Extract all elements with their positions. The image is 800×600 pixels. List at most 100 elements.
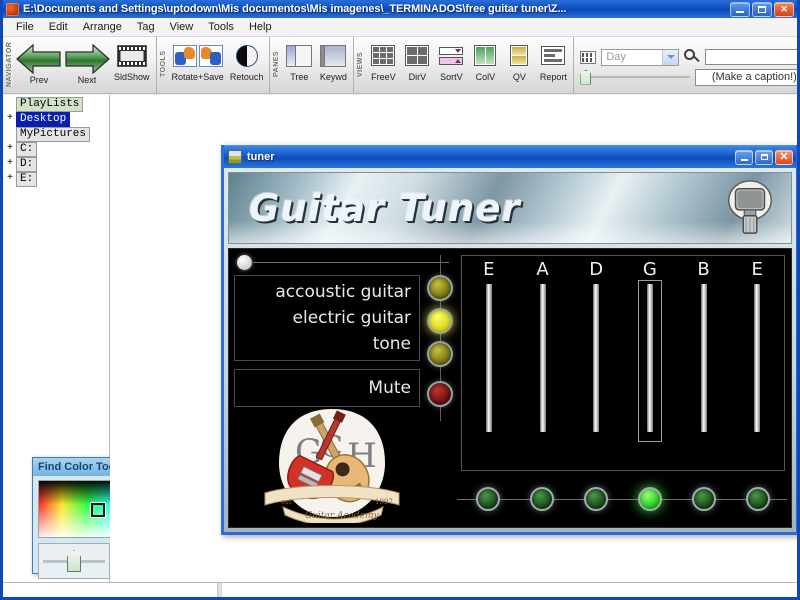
- toolbar-group-views: VIEWS FreeV DirV SortV ColV QV Report: [354, 37, 575, 93]
- zoom-slider-thumb[interactable]: [580, 69, 592, 85]
- group-label-views: VIEWS: [357, 51, 365, 77]
- menu-file[interactable]: File: [9, 19, 41, 35]
- retouch-button[interactable]: Retouch: [227, 38, 267, 82]
- window-titlebar: E:\Documents and Settings\uptodown\Mis d…: [3, 0, 797, 18]
- body-area: PlayLists + Desktop MyPictures + C: + D:: [3, 95, 797, 582]
- minimize-button[interactable]: [730, 1, 750, 17]
- tuner-minimize-button[interactable]: [735, 149, 753, 165]
- zoom-slider[interactable]: [580, 69, 691, 85]
- svg-text:est: est: [281, 498, 292, 506]
- close-icon: ✕: [780, 3, 788, 14]
- color-slider-thumb[interactable]: [67, 550, 81, 572]
- string-led-cell-1: [461, 487, 515, 511]
- caption-field[interactable]: (Make a caption!): [695, 68, 797, 86]
- sortview-button[interactable]: SortV: [434, 38, 468, 82]
- tree-expander[interactable]: +: [5, 144, 15, 154]
- menu-edit[interactable]: Edit: [42, 19, 75, 35]
- menu-tag[interactable]: Tag: [130, 19, 162, 35]
- string-2[interactable]: [516, 284, 570, 432]
- tree-item-mypictures[interactable]: MyPictures: [5, 126, 109, 142]
- report-button[interactable]: Report: [536, 38, 570, 82]
- mode-option-accoustic[interactable]: accoustic guitar: [235, 279, 411, 305]
- menu-help[interactable]: Help: [242, 19, 279, 35]
- window-title: E:\Documents and Settings\uptodown\Mis d…: [23, 3, 567, 15]
- string-6[interactable]: [730, 284, 784, 432]
- tree-expander[interactable]: +: [5, 114, 15, 124]
- string-led-cell-3: [569, 487, 623, 511]
- period-select-value: Day: [606, 51, 626, 63]
- string-led-1[interactable]: [476, 487, 500, 511]
- period-select[interactable]: Day: [601, 48, 680, 66]
- string-1[interactable]: [462, 284, 516, 432]
- tree-pane-button[interactable]: Tree: [282, 38, 316, 82]
- tree-expander[interactable]: +: [5, 174, 15, 184]
- app-icon: [6, 2, 19, 16]
- led-mute[interactable]: [427, 381, 453, 407]
- slideshow-button[interactable]: SldShow: [111, 38, 153, 82]
- next-button[interactable]: Next: [63, 38, 111, 85]
- tree-expander[interactable]: +: [5, 159, 15, 169]
- string-led-3[interactable]: [584, 487, 608, 511]
- search-icon[interactable]: [684, 49, 701, 65]
- power-indicator-led: [237, 255, 252, 270]
- qv-label: QV: [512, 72, 526, 82]
- dirview-button[interactable]: DirV: [400, 38, 434, 82]
- rotate-save-button[interactable]: Rotate+Save: [169, 38, 227, 82]
- tree-item-desktop[interactable]: + Desktop: [5, 111, 109, 127]
- tuner-window[interactable]: tuner ✕ Guitar Tuner accoustic guitar el…: [221, 145, 797, 535]
- string-led-6[interactable]: [746, 487, 770, 511]
- quick-view-icon: [510, 45, 529, 66]
- maximize-button[interactable]: [752, 1, 772, 17]
- qv-button[interactable]: QV: [502, 38, 536, 82]
- tree-item-c-drive[interactable]: + C:: [5, 141, 109, 157]
- keyword-pane-button[interactable]: Keywd: [316, 38, 350, 82]
- tuner-header-banner: Guitar Tuner: [228, 172, 792, 244]
- string-led-cell-5: [677, 487, 731, 511]
- keyword-pane-label: Keywd: [319, 72, 347, 82]
- prev-button[interactable]: Prev: [15, 38, 63, 85]
- colview-button[interactable]: ColV: [468, 38, 502, 82]
- close-button[interactable]: ✕: [774, 1, 794, 17]
- tuner-window-controls: ✕: [735, 149, 793, 165]
- search-input[interactable]: [705, 49, 797, 65]
- minimize-icon: [736, 10, 744, 13]
- string-led-cell-4: [623, 487, 677, 511]
- mode-option-electric[interactable]: electric guitar: [235, 305, 411, 331]
- color-intensity-slider[interactable]: [38, 543, 110, 579]
- mode-option-tone[interactable]: tone: [235, 331, 411, 357]
- mute-option-box[interactable]: Mute: [234, 369, 420, 407]
- menu-tools[interactable]: Tools: [201, 19, 241, 35]
- tree-item-e-drive[interactable]: + E:: [5, 171, 109, 187]
- tree-item-d-drive[interactable]: + D:: [5, 156, 109, 172]
- tuner-main-panel: accoustic guitar electric guitar tone Mu…: [228, 248, 792, 528]
- tree-item-label: C:: [16, 141, 38, 157]
- string-led-2[interactable]: [530, 487, 554, 511]
- led-electric-guitar[interactable]: [427, 308, 453, 334]
- toolbar-right-cluster: Day (Make a caption!): [574, 37, 797, 93]
- mode-option-box: accoustic guitar electric guitar tone: [234, 275, 420, 361]
- tuner-window-title: tuner: [247, 151, 275, 163]
- led-tone[interactable]: [427, 341, 453, 367]
- freeview-button[interactable]: FreeV: [366, 38, 400, 82]
- menu-arrange[interactable]: Arrange: [76, 19, 129, 35]
- tuner-maximize-button[interactable]: [755, 149, 773, 165]
- string-3[interactable]: [569, 284, 623, 432]
- tree-item-playlists[interactable]: PlayLists: [5, 96, 109, 112]
- navigator-pane: PlayLists + Desktop MyPictures + C: + D:: [3, 95, 189, 582]
- string-5[interactable]: [677, 284, 731, 432]
- note-label-5: B: [697, 258, 710, 280]
- tree-item-label: PlayLists: [16, 96, 84, 112]
- tree-expander[interactable]: [5, 99, 15, 109]
- tree-item-label: D:: [16, 156, 38, 172]
- string-led-5[interactable]: [692, 487, 716, 511]
- prev-label: Prev: [29, 75, 49, 85]
- string-led-4-active[interactable]: [638, 487, 662, 511]
- color-picker-cursor[interactable]: [91, 503, 105, 517]
- chevron-down-icon[interactable]: [662, 49, 679, 65]
- led-accoustic-guitar[interactable]: [427, 275, 453, 301]
- string-4-selected[interactable]: [623, 280, 677, 442]
- note-label-2: A: [536, 258, 549, 280]
- menu-view[interactable]: View: [163, 19, 201, 35]
- group-label-navigator: NAVIGATOR: [6, 41, 13, 87]
- tuner-close-button[interactable]: ✕: [775, 149, 793, 165]
